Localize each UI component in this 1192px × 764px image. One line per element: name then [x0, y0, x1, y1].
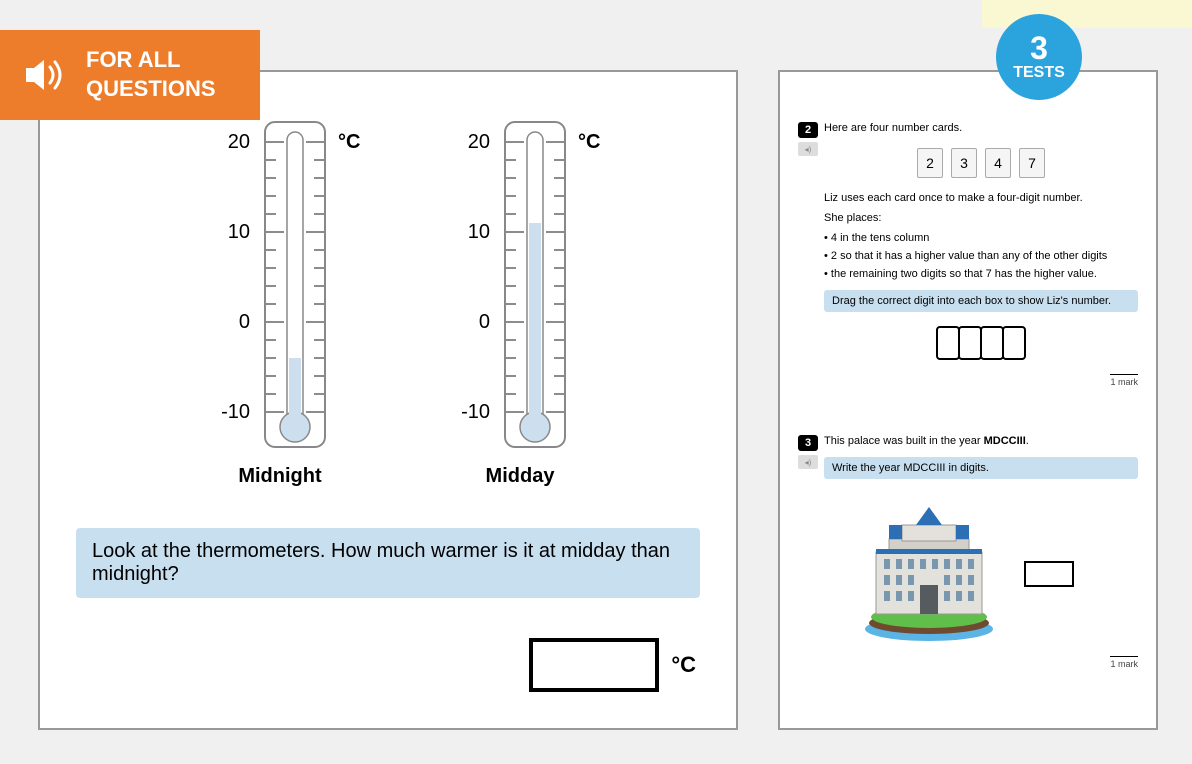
answer-unit: °C	[671, 652, 696, 678]
q2-bullet: • the remaining two digits so that 7 has…	[824, 268, 1138, 280]
svg-text:0: 0	[479, 311, 490, 333]
thermometer-label: Midnight	[190, 465, 370, 488]
number-card[interactable]: 2	[917, 148, 943, 178]
number-card[interactable]: 7	[1019, 148, 1045, 178]
answer-input[interactable]	[529, 638, 659, 692]
number-card[interactable]: 4	[985, 148, 1011, 178]
q2-intro: Here are four number cards.	[824, 122, 1138, 134]
speaker-icon: ◂)	[805, 145, 812, 154]
audio-button[interactable]: ◂)	[798, 455, 818, 469]
palace-image	[854, 497, 1004, 650]
thermometer-label: Midday	[430, 465, 610, 488]
question-3: 3 ◂) This palace was built in the year M…	[798, 435, 1138, 669]
audio-banner[interactable]: FOR ALL QUESTIONS	[0, 30, 260, 120]
thermometer-midday: 20 10 0 -10 °C Midday	[430, 112, 610, 488]
question-number-badge: 2	[798, 122, 818, 138]
badge-label: TESTS	[1013, 64, 1065, 82]
digit-box[interactable]	[936, 326, 960, 360]
question-number-badge: 3	[798, 435, 818, 451]
badge-number: 3	[1030, 32, 1048, 64]
question-panel-left: 20 10 0 -10 °C Midnight	[38, 70, 738, 730]
q2-bullet: • 2 so that it has a higher value than a…	[824, 250, 1138, 262]
tests-badge[interactable]: 3 TESTS	[996, 14, 1082, 100]
svg-text:-10: -10	[221, 401, 250, 423]
audio-button[interactable]: ◂)	[798, 142, 818, 156]
q3-intro: This palace was built in the year MDCCII…	[824, 435, 1138, 447]
number-card[interactable]: 3	[951, 148, 977, 178]
svg-text:20: 20	[228, 131, 250, 153]
svg-text:0: 0	[239, 311, 250, 333]
svg-text:20: 20	[468, 131, 490, 153]
q3-instruction: Write the year MDCCIII in digits.	[824, 457, 1138, 479]
number-cards: 2 3 4 7	[824, 148, 1138, 178]
q2-bullet: • 4 in the tens column	[824, 232, 1138, 244]
q2-instruction: Drag the correct digit into each box to …	[824, 290, 1138, 312]
speaker-icon: ◂)	[805, 458, 812, 467]
digit-box[interactable]	[1002, 326, 1026, 360]
digit-box[interactable]	[980, 326, 1004, 360]
mark-label: 1 mark	[1110, 374, 1138, 387]
year-input[interactable]	[1024, 561, 1074, 587]
svg-text:10: 10	[468, 221, 490, 243]
svg-text:-10: -10	[461, 401, 490, 423]
question-panel-right: 2 ◂) Here are four number cards. 2 3 4 7…	[778, 70, 1158, 730]
q2-p1: Liz uses each card once to make a four-d…	[824, 192, 1138, 204]
speaker-icon	[20, 50, 70, 100]
svg-text:°C: °C	[578, 131, 600, 153]
q2-p2: She places:	[824, 212, 1138, 224]
svg-text:10: 10	[228, 221, 250, 243]
question-text: Look at the thermometers. How much warme…	[76, 528, 700, 598]
mark-label: 1 mark	[1110, 656, 1138, 669]
thermometer-midnight: 20 10 0 -10 °C Midnight	[190, 112, 370, 488]
banner-text: FOR ALL QUESTIONS	[86, 46, 216, 103]
question-2: 2 ◂) Here are four number cards. 2 3 4 7…	[798, 122, 1138, 387]
svg-text:°C: °C	[338, 131, 360, 153]
digit-input-boxes	[824, 326, 1138, 360]
digit-box[interactable]	[958, 326, 982, 360]
